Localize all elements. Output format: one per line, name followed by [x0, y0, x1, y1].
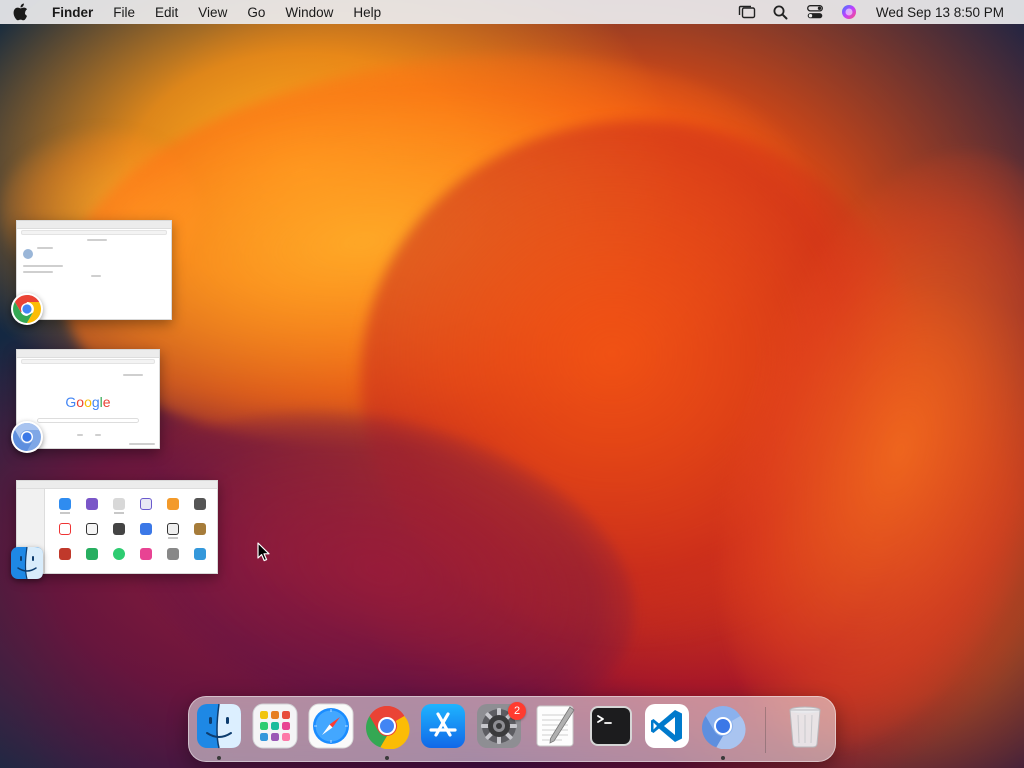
terminal-icon	[588, 703, 634, 754]
thumbnail-app-icon	[140, 498, 152, 510]
siri-icon[interactable]	[832, 0, 866, 24]
dock-item-textedit[interactable]	[532, 705, 578, 751]
thumbnail-app-icon	[113, 498, 125, 510]
dock-item-vscode[interactable]	[644, 703, 690, 754]
dock-item-chrome[interactable]	[364, 703, 410, 760]
menu-window[interactable]: Window	[275, 0, 343, 24]
safari-icon	[308, 703, 354, 754]
thumbnail-text-line	[60, 512, 70, 514]
thumbnail-app-icon	[140, 548, 152, 560]
thumbnail-text-line	[87, 239, 107, 241]
dock-item-chromium[interactable]	[700, 703, 746, 760]
menu-app-name[interactable]: Finder	[42, 0, 103, 24]
thumbnail-text-line	[91, 275, 101, 277]
finder-icon	[10, 546, 44, 580]
chrome-icon	[10, 292, 44, 326]
dock-separator	[765, 707, 766, 753]
vscode-icon	[644, 703, 690, 754]
thumbnail-text-line	[23, 271, 53, 273]
apple-icon[interactable]	[12, 2, 30, 22]
stage-group-finder[interactable]	[10, 478, 222, 582]
trash-icon	[782, 703, 828, 754]
control-center-icon[interactable]	[798, 0, 832, 24]
chromium-icon	[700, 703, 746, 754]
thumbnail-app-icon	[167, 498, 179, 510]
stage-group-chromium[interactable]: Google	[10, 348, 162, 454]
thumbnail-app-icon	[194, 523, 206, 535]
thumbnail-app-icon	[86, 548, 98, 560]
menu-view[interactable]: View	[188, 0, 237, 24]
finder-icon	[196, 703, 242, 754]
thumbnail-app-icon	[86, 498, 98, 510]
thumbnail-app-icon	[194, 548, 206, 560]
running-indicator	[721, 756, 725, 760]
google-logo-text: Google	[65, 394, 111, 410]
chrome-icon	[364, 703, 410, 754]
mouse-cursor-icon	[257, 542, 271, 562]
menu-go[interactable]: Go	[237, 0, 275, 24]
dock-item-launchpad[interactable]	[252, 703, 298, 754]
thumbnail-text-line	[129, 443, 155, 445]
thumbnail-text-line	[77, 434, 83, 436]
menu-bar: Finder File Edit View Go Window Help Wed…	[0, 0, 1024, 24]
dock-item-terminal[interactable]	[588, 705, 634, 751]
dock-item-system-settings[interactable]: 2	[476, 702, 526, 751]
app-store-icon	[420, 703, 466, 754]
thumbnail-text-line	[37, 247, 53, 249]
dock-item-trash[interactable]	[782, 705, 828, 751]
textedit-icon	[532, 703, 578, 754]
thumbnail-app-icon	[86, 523, 98, 535]
menu-clock[interactable]: Wed Sep 13 8:50 PM	[866, 5, 1012, 20]
thumbnail-app-icon	[167, 548, 179, 560]
thumbnail-avatar	[23, 249, 33, 259]
stage-manager-icon[interactable]	[730, 0, 764, 24]
thumbnail-text-line	[95, 434, 101, 436]
menu-file[interactable]: File	[103, 0, 145, 24]
dock-item-safari[interactable]	[308, 703, 354, 754]
applications-folder-thumbnail[interactable]	[16, 480, 218, 574]
search-icon[interactable]	[764, 0, 798, 24]
thumbnail-text-line	[123, 374, 143, 376]
thumbnail-toolbar	[17, 350, 159, 358]
thumbnail-toolbar	[17, 481, 217, 489]
thumbnail-app-icon	[194, 498, 206, 510]
thumbnail-address-bar	[21, 359, 155, 364]
thumbnail-app-icon	[59, 523, 71, 535]
stage-group-chrome[interactable]	[10, 218, 174, 326]
thumbnail-address-bar	[21, 230, 167, 235]
thumbnail-app-icon	[167, 523, 179, 535]
thumbnail-app-icon	[59, 548, 71, 560]
dock-item-app-store[interactable]	[420, 703, 466, 754]
thumbnail-app-icon	[113, 548, 125, 560]
menu-edit[interactable]: Edit	[145, 0, 188, 24]
launchpad-icon	[252, 703, 298, 754]
dock: 2	[188, 696, 836, 762]
thumbnail-text-line	[114, 512, 124, 514]
menu-help[interactable]: Help	[343, 0, 391, 24]
thumbnail-toolbar	[17, 221, 171, 229]
thumbnail-app-icon	[140, 523, 152, 535]
running-indicator	[217, 756, 221, 760]
thumbnail-text-line	[168, 537, 178, 539]
dock-item-finder[interactable]	[196, 703, 242, 760]
chromium-icon	[10, 420, 44, 454]
notification-badge: 2	[508, 702, 526, 720]
running-indicator	[385, 756, 389, 760]
thumbnail-app-icon	[59, 498, 71, 510]
thumbnail-search-box	[37, 418, 139, 423]
thumbnail-app-icon	[113, 523, 125, 535]
thumbnail-text-line	[23, 265, 63, 267]
